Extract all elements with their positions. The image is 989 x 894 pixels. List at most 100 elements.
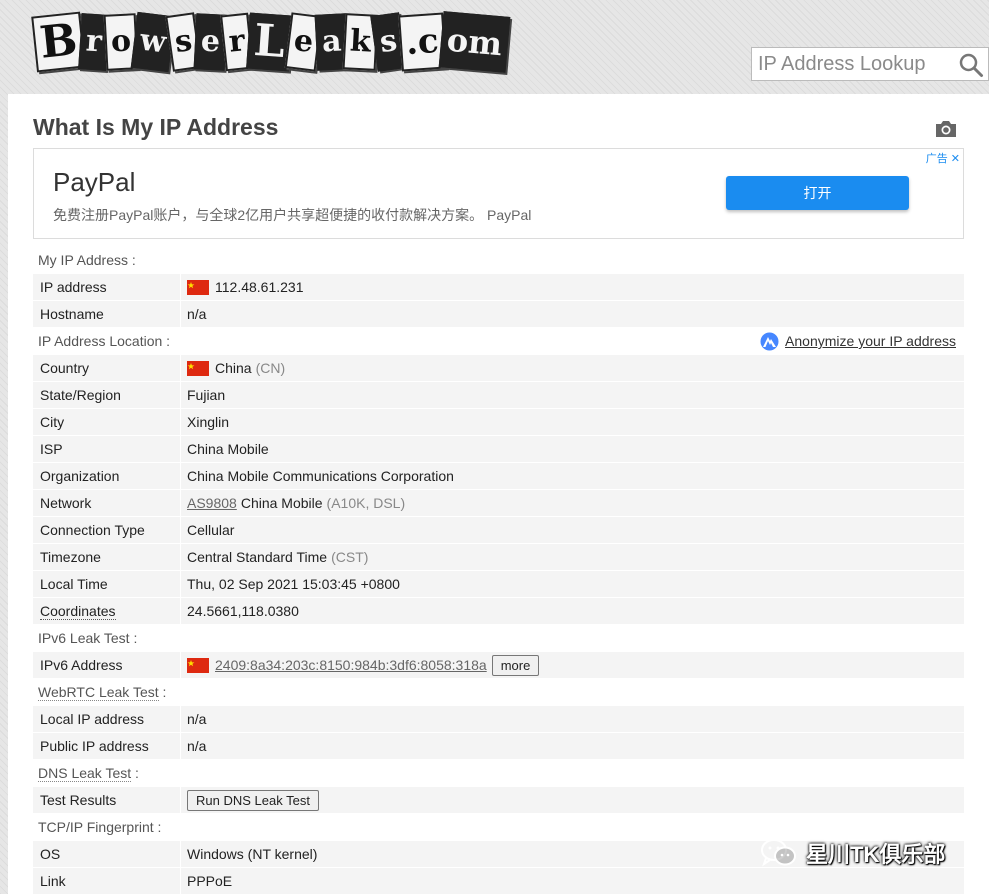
row-value: 2409:8a34:203c:8150:984b:3df6:8058:318a … [181,652,540,678]
camera-icon[interactable] [934,119,958,139]
section-heading-webrtc: WebRTC Leak Test : [33,679,964,706]
row-label: ISP [33,436,181,462]
table-row: Hostname n/a [33,301,964,328]
ip-lookup-input[interactable] [752,48,952,80]
china-flag-icon [187,360,209,376]
country-code: (CN) [255,360,286,376]
row-label: Public IP address [33,733,181,759]
link-value: PPPoE [187,873,233,889]
section-heading-my-ip: My IP Address : [38,252,136,268]
site-header: B r o w s e r L e a k s .c om [0,0,989,94]
watermark-text: 星川TK俱乐部 [806,842,946,867]
table-row: Local IP address n/a [33,706,964,733]
table-row: Local Time Thu, 02 Sep 2021 15:03:45 +08… [33,571,964,598]
coordinates-label-link[interactable]: Coordinates [40,603,116,620]
organization-value: China Mobile Communications Corporation [187,468,454,484]
page-title: What Is My IP Address [33,114,279,140]
nordvpn-icon [760,332,779,351]
dns-leak-test-link[interactable]: DNS Leak Test [38,765,132,782]
table-row: Connection Type Cellular [33,517,964,544]
table-row: IP address 112.48.61.231 [33,274,964,301]
ipv6-address-link[interactable]: 2409:8a34:203c:8150:984b:3df6:8058:318a [215,652,487,678]
row-label: Connection Type [33,517,181,543]
heading-suffix: : [131,765,139,781]
table-row: Link PPPoE [33,868,964,894]
table-row: Timezone Central Standard Time (CST) [33,544,964,571]
local-ip-value: n/a [187,711,207,727]
ip-info-table: My IP Address : IP address 112.48.61.231… [33,247,964,894]
search-icon[interactable] [958,52,984,78]
table-row: IPv6 Address 2409:8a34:203c:8150:984b:3d… [33,652,964,679]
ad-badge[interactable]: 广告 ✕ [926,150,960,166]
close-icon[interactable]: ✕ [951,153,960,165]
table-row: Network AS9808 China Mobile (A10K, DSL) [33,490,964,517]
table-row: Organization China Mobile Communications… [33,463,964,490]
row-label: IP address [33,274,181,300]
row-label: Link [33,868,181,894]
os-value: Windows (NT kernel) [187,846,318,862]
state-value: Fujian [187,387,226,403]
row-label: Coordinates [33,598,181,624]
table-row: Coordinates 24.5661,118.0380 [33,598,964,625]
row-label: IPv6 Address [33,652,181,678]
table-row: City Xinglin [33,409,964,436]
row-label: Test Results [33,787,181,813]
anonymize-link-label[interactable]: Anonymize your IP address [785,328,956,355]
row-value: AS9808 China Mobile (A10K, DSL) [181,490,405,516]
ip-address-value: 112.48.61.231 [215,279,304,295]
row-label: State/Region [33,382,181,408]
row-label: Organization [33,463,181,489]
section-heading-label: IP Address Location : [38,333,171,349]
site-logo[interactable]: B r o w s e r L e a k s .c om [31,8,511,76]
timezone-value: Central Standard Time [187,549,328,565]
network-extra: (A10K, DSL) [326,495,406,511]
ad-open-button[interactable]: 打开 [726,176,909,210]
row-value: 112.48.61.231 [181,274,304,300]
table-row: ISP China Mobile [33,436,964,463]
section-heading-dns: DNS Leak Test : [33,760,964,787]
timezone-abbr: (CST) [331,549,369,565]
logo-letter: om [439,11,511,73]
wechat-icon [761,839,796,867]
row-value: China (CN) [181,355,285,381]
heading-suffix: : [158,684,167,700]
connection-type-value: Cellular [187,522,235,538]
run-dns-leak-test-button[interactable]: Run DNS Leak Test [187,789,319,811]
row-label: Country [33,355,181,381]
isp-value: China Mobile [187,441,269,457]
table-row: Public IP address n/a [33,733,964,760]
more-button[interactable]: more [491,654,540,676]
public-ip-value: n/a [187,738,207,754]
table-row: Test Results Run DNS Leak Test [33,787,964,814]
china-flag-icon [187,279,209,295]
anonymize-link[interactable]: Anonymize your IP address [760,328,956,355]
table-row: Country China (CN) [33,355,964,382]
webrtc-leak-test-link[interactable]: WebRTC Leak Test [38,684,159,701]
city-value: Xinglin [187,414,230,430]
section-heading-location: IP Address Location : Anonymize your IP … [33,328,964,355]
main-card: What Is My IP Address PayPal 免费注册PayPal账… [8,94,989,894]
section-heading-ipv6: IPv6 Leak Test : [38,630,138,646]
ad-description[interactable]: 免费注册PayPal账户，与全球2亿用户共享超便捷的收付款解决方案。 PayPa… [53,205,531,225]
row-label: Local Time [33,571,181,597]
china-flag-icon [187,657,209,673]
row-label: Local IP address [33,706,181,732]
ad-title[interactable]: PayPal [53,167,135,198]
as-number-link[interactable]: AS9808 [187,490,237,516]
row-label: Hostname [33,301,181,327]
row-label: City [33,409,181,435]
hostname-value: n/a [187,306,207,322]
ad-badge-label: 广告 [925,153,948,165]
table-row: State/Region Fujian [33,382,964,409]
ad-banner[interactable]: PayPal 免费注册PayPal账户，与全球2亿用户共享超便捷的收付款解决方案… [33,148,964,239]
wechat-watermark: 星川TK俱乐部 [760,835,945,871]
row-label: Timezone [33,544,181,570]
row-label: OS [33,841,181,867]
row-label: Network [33,490,181,516]
row-value: Run DNS Leak Test [181,787,319,813]
country-value: China [215,360,252,376]
local-time-value: Thu, 02 Sep 2021 15:03:45 +0800 [187,576,400,592]
row-value: Central Standard Time (CST) [181,544,368,570]
ip-lookup-search [751,47,989,81]
network-name: China Mobile [240,495,323,511]
